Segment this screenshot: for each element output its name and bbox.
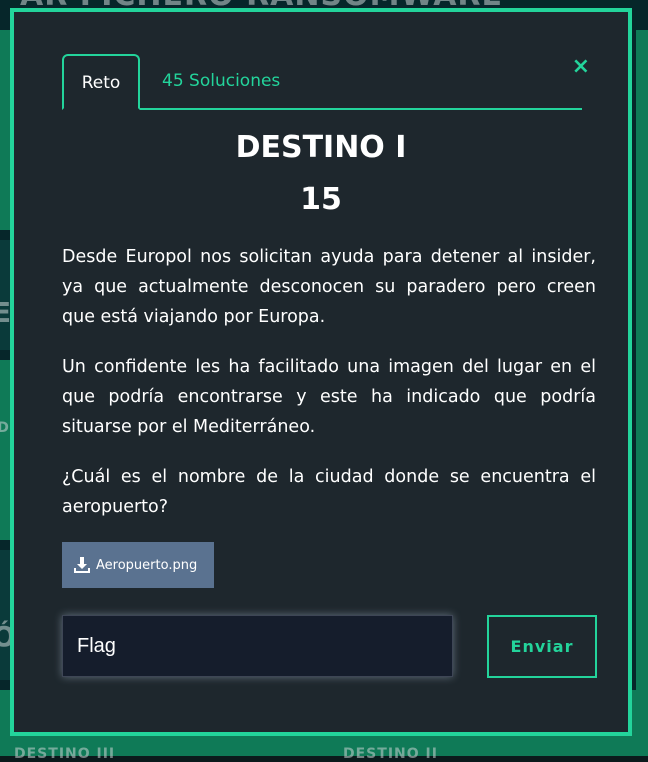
background-letter: ID [0, 420, 9, 436]
download-file-button[interactable]: Aeropuerto.png [62, 542, 214, 588]
flag-input[interactable] [62, 615, 453, 677]
background-card-destino-ii: DESTINO II [343, 746, 438, 762]
challenge-description: Desde Europol nos solicitan ayuda para d… [62, 242, 596, 542]
description-paragraph: Desde Europol nos solicitan ayuda para d… [62, 247, 596, 327]
modal-tabs: Reto 45 Soluciones [62, 54, 582, 110]
tab-solutions[interactable]: 45 Soluciones [162, 54, 280, 108]
close-icon[interactable]: × [572, 56, 590, 78]
description-question: ¿Cuál es el nombre de la ciudad donde se… [62, 467, 596, 517]
download-icon [74, 557, 90, 573]
tab-reto[interactable]: Reto [62, 54, 140, 110]
challenge-modal: Reto 45 Soluciones × DESTINO I 15 Desde … [10, 8, 632, 736]
background-card-destino-iii: DESTINO III [14, 746, 116, 762]
download-file-name: Aeropuerto.png [96, 557, 198, 573]
challenge-points: 15 [300, 182, 342, 217]
background-tile [636, 30, 648, 690]
description-paragraph: Un confidente les ha facilitado una imag… [62, 357, 596, 437]
challenge-title: DESTINO I [235, 130, 407, 165]
submit-button[interactable]: Enviar [487, 615, 597, 678]
